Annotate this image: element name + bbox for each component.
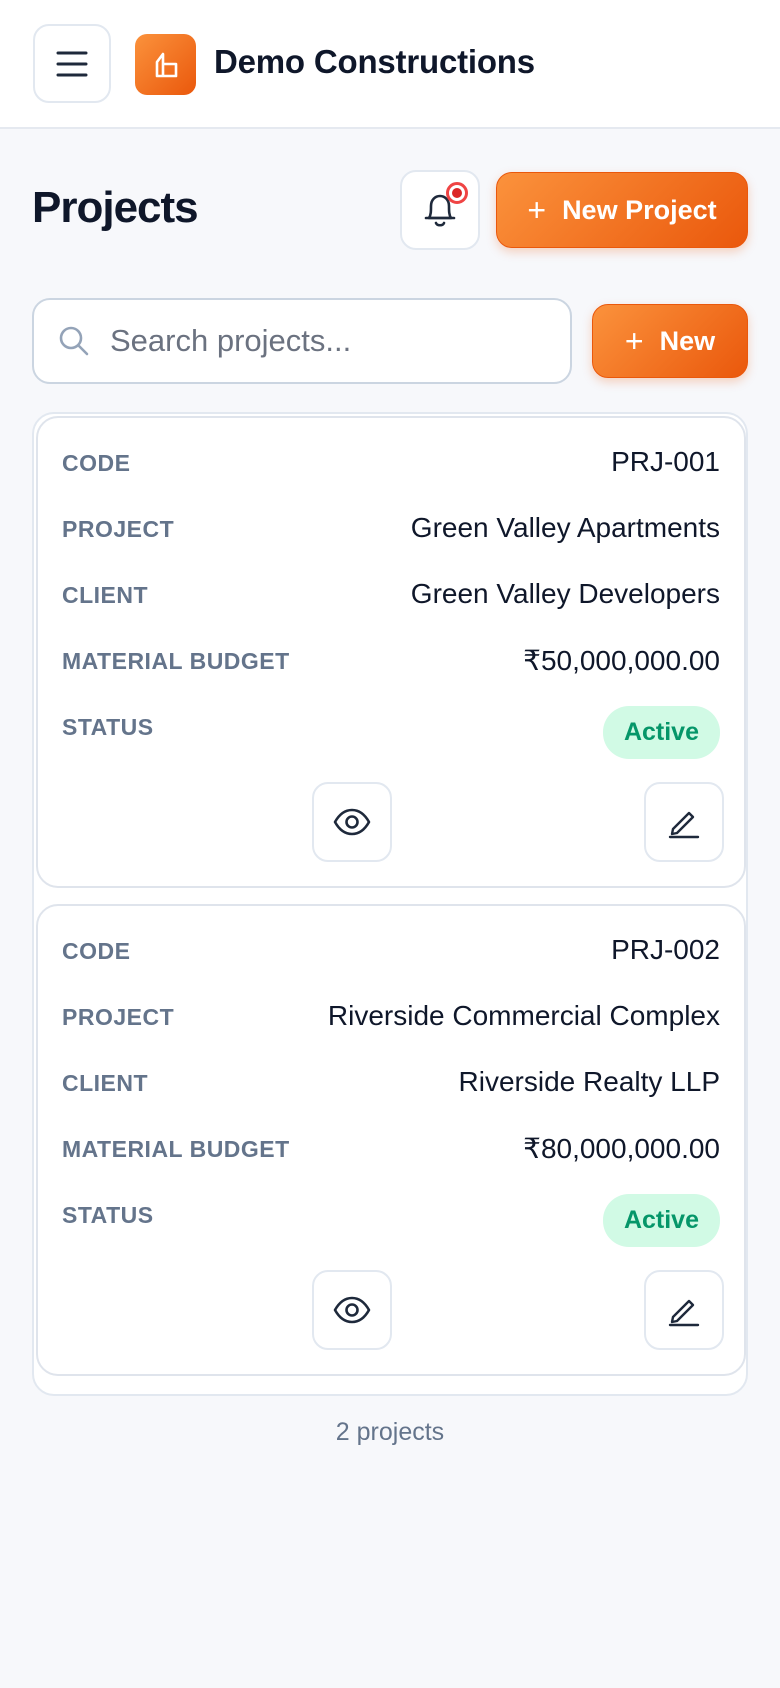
edit-button[interactable] (644, 1270, 724, 1350)
plus-icon: + (624, 323, 644, 359)
project-row: PROJECT Riverside Commercial Complex (62, 1000, 720, 1032)
plus-icon: + (527, 192, 547, 228)
project-value: Riverside Commercial Complex (327, 1000, 720, 1031)
project-label: PROJECT (62, 516, 175, 542)
search-input[interactable] (110, 323, 530, 359)
notification-dot (446, 182, 468, 204)
pencil-icon (668, 811, 700, 839)
status-row: STATUS Active (62, 706, 720, 759)
notifications-button[interactable] (400, 170, 480, 250)
brand-name: Demo Constructions (214, 43, 535, 80)
budget-value: ₹50,000,000.00 (523, 645, 720, 676)
code-row: CODE PRJ-001 (62, 446, 720, 478)
project-card: CODE PRJ-001 PROJECT Green Valley Apartm… (36, 416, 746, 888)
building-logo-icon (155, 52, 177, 77)
status-badge: Active (602, 706, 720, 759)
search-icon (59, 326, 89, 356)
new-project-label: New Project (562, 194, 717, 225)
view-button[interactable] (312, 782, 392, 862)
budget-row: MATERIAL BUDGET ₹50,000,000.00 (62, 644, 720, 677)
client-value: Riverside Realty LLP (458, 1066, 720, 1097)
menu-button[interactable] (33, 24, 111, 103)
search-box[interactable] (32, 298, 572, 384)
client-label: CLIENT (62, 582, 149, 608)
edit-button[interactable] (644, 782, 724, 862)
menu-icon (56, 51, 88, 76)
budget-row: MATERIAL BUDGET ₹80,000,000.00 (62, 1132, 720, 1165)
status-badge: Active (602, 1194, 720, 1247)
client-value: Green Valley Developers (410, 578, 720, 609)
project-label: PROJECT (62, 1004, 175, 1030)
project-value: Green Valley Apartments (410, 512, 720, 543)
budget-value: ₹80,000,000.00 (523, 1133, 720, 1164)
client-label: CLIENT (62, 1070, 149, 1096)
budget-label: MATERIAL BUDGET (62, 648, 290, 674)
eye-icon (333, 1296, 371, 1324)
new-button[interactable]: + New (592, 304, 748, 378)
project-row: PROJECT Green Valley Apartments (62, 512, 720, 544)
pencil-icon (668, 1299, 700, 1327)
project-card: CODE PRJ-002 PROJECT Riverside Commercia… (36, 904, 746, 1376)
projects-list: CODE PRJ-001 PROJECT Green Valley Apartm… (32, 412, 748, 1396)
status-label: STATUS (62, 1202, 154, 1228)
new-project-button[interactable]: + New Project (496, 172, 748, 248)
page-title: Projects (32, 183, 199, 232)
client-row: CLIENT Green Valley Developers (62, 578, 720, 610)
code-row: CODE PRJ-002 (62, 934, 720, 966)
app-logo (135, 34, 196, 95)
code-label: CODE (62, 938, 131, 964)
new-label: New (659, 325, 716, 356)
project-count: 2 projects (335, 1418, 445, 1446)
top-bar: Demo Constructions (0, 0, 780, 129)
code-value: PRJ-001 (611, 446, 720, 477)
client-row: CLIENT Riverside Realty LLP (62, 1066, 720, 1098)
status-label: STATUS (62, 714, 154, 740)
view-button[interactable] (312, 1270, 392, 1350)
eye-icon (333, 808, 371, 836)
status-row: STATUS Active (62, 1194, 720, 1247)
code-value: PRJ-002 (611, 934, 720, 965)
budget-label: MATERIAL BUDGET (62, 1136, 290, 1162)
code-label: CODE (62, 450, 131, 476)
